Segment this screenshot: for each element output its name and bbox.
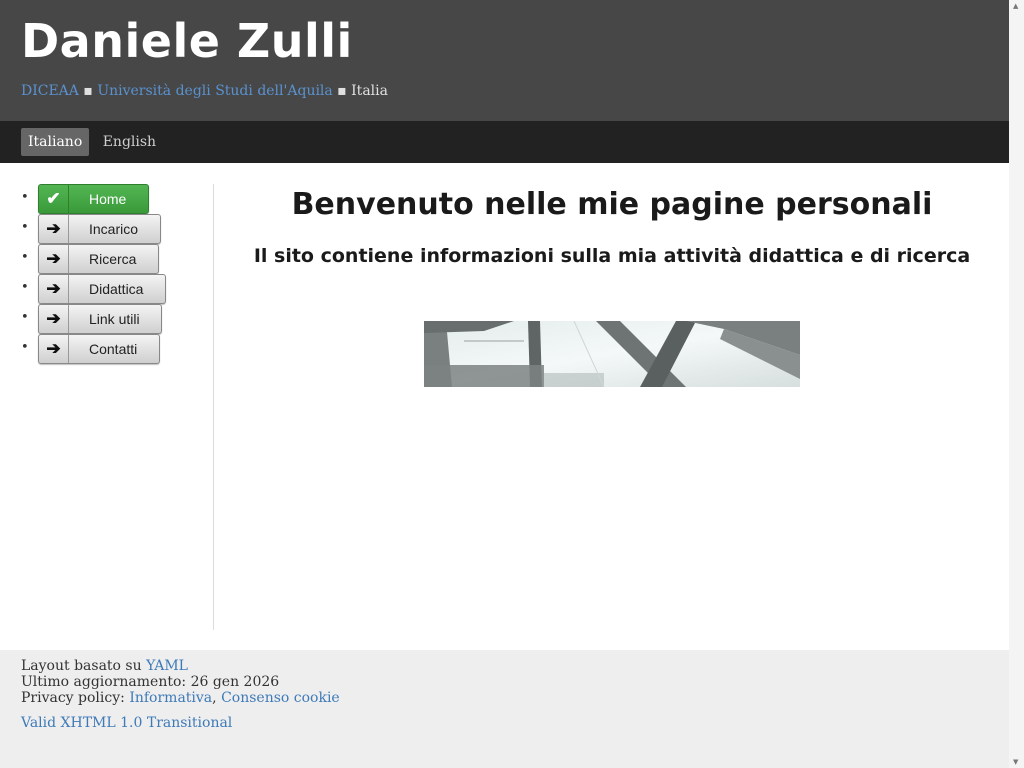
menu-label: Ricerca <box>89 251 137 267</box>
menu-label: Contatti <box>89 341 138 357</box>
page-heading: Benvenuto nelle mie pagine personali <box>291 187 933 222</box>
site-footer: Layout basato su YAML Ultimo aggiornamen… <box>0 650 1009 739</box>
informativa-link[interactable]: Informativa <box>129 690 212 706</box>
menu-didattica-button[interactable]: ➔ Didattica <box>38 274 166 304</box>
page: Daniele Zulli DICEAA ▪ Università degli … <box>0 0 1009 768</box>
menu-ricerca-button[interactable]: ➔ Ricerca <box>38 244 159 274</box>
menu-item: ✔ Home <box>0 184 213 214</box>
footer-text: , <box>212 690 222 706</box>
badge-alt-text: Valid XHTML 1.0 Transitional <box>21 715 233 731</box>
language-nav: Italiano English <box>0 121 1009 163</box>
footer-text: Privacy policy: <box>21 690 130 706</box>
scroll-down-icon[interactable]: ▼ <box>1013 758 1018 766</box>
scroll-up-icon[interactable]: ▲ <box>1013 2 1018 10</box>
menu-label: Home <box>89 191 127 207</box>
sidebar-menu: ✔ Home ➔ Incarico ➔ Ricerca <box>0 184 213 364</box>
content: Benvenuto nelle mie pagine personali Il … <box>215 163 1009 650</box>
menu-item: ➔ Didattica <box>0 274 213 304</box>
site-title: Daniele Zulli <box>21 14 353 68</box>
arrow-right-icon: ➔ <box>39 245 69 273</box>
menu-label: Incarico <box>89 221 139 237</box>
menu-incarico-button[interactable]: ➔ Incarico <box>38 214 161 244</box>
menu-item: ➔ Ricerca <box>0 244 213 274</box>
arrow-right-icon: ➔ <box>39 275 69 303</box>
diceaa-link[interactable]: DICEAA <box>21 83 79 99</box>
menu-item: ➔ Contatti <box>0 334 213 364</box>
university-link[interactable]: Università degli Studi dell'Aquila <box>97 83 332 99</box>
site-header: Daniele Zulli DICEAA ▪ Università degli … <box>0 0 1009 121</box>
banner-image <box>424 321 800 387</box>
footer-privacy-line: Privacy policy: Informativa, Consenso co… <box>21 690 988 706</box>
lang-italiano[interactable]: Italiano <box>21 128 90 156</box>
country-label: Italia <box>351 83 388 99</box>
menu-item: ➔ Incarico <box>0 214 213 244</box>
cookie-consent-link[interactable]: Consenso cookie <box>221 690 340 706</box>
tagline: DICEAA ▪ Università degli Studi dell'Aqu… <box>21 83 988 99</box>
yaml-link[interactable]: YAML <box>146 658 188 674</box>
menu-label: Link utili <box>89 311 140 327</box>
menu-home-button[interactable]: ✔ Home <box>38 184 149 214</box>
page-subheading: Il sito contiene informazioni sulla mia … <box>253 245 971 267</box>
footer-updated: Ultimo aggiornamento: 26 gen 2026 <box>21 674 280 690</box>
lang-english[interactable]: English <box>96 128 163 156</box>
xhtml-validator-badge[interactable]: Valid XHTML 1.0 Transitional <box>21 715 232 731</box>
main-area: ✔ Home ➔ Incarico ➔ Ricerca <box>0 163 1009 650</box>
tagline-separator: ▪ <box>78 83 98 99</box>
menu-contatti-button[interactable]: ➔ Contatti <box>38 334 160 364</box>
footer-layout-line: Layout basato su YAML <box>21 658 988 674</box>
arrow-right-icon: ➔ <box>39 215 69 243</box>
menu-link-utili-button[interactable]: ➔ Link utili <box>38 304 162 334</box>
footer-text: Layout basato su <box>21 658 147 674</box>
scrollbar[interactable]: ▲ ▼ <box>1009 0 1024 768</box>
check-icon: ✔ <box>39 185 69 213</box>
arrow-right-icon: ➔ <box>39 335 69 363</box>
menu-label: Didattica <box>89 281 144 297</box>
menu-item: ➔ Link utili <box>0 304 213 334</box>
sidebar: ✔ Home ➔ Incarico ➔ Ricerca <box>0 184 214 630</box>
tagline-separator: ▪ <box>332 83 352 99</box>
arrow-right-icon: ➔ <box>39 305 69 333</box>
